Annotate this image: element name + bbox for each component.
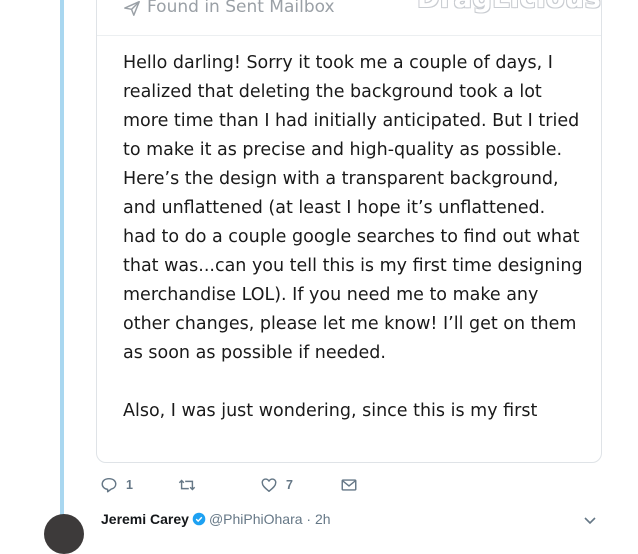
tweet-author: Jeremi Carey @PhiPhiOhara · 2h [101, 511, 331, 527]
direct-message-button[interactable] [340, 474, 358, 496]
author-name[interactable]: Jeremi Carey [101, 511, 189, 527]
email-paragraph: Also, I was just wondering, since this i… [123, 401, 538, 421]
email-paragraph: Hello darling! Sorry it took me a couple… [123, 53, 583, 363]
mailbox-label: Found in Sent Mailbox [147, 0, 335, 17]
tweet-actions: 1 7 [100, 474, 400, 496]
avatar[interactable] [44, 514, 84, 554]
reply-button[interactable]: 1 [100, 474, 133, 496]
reply-icon [101, 477, 117, 493]
header-divider [97, 35, 601, 36]
email-screenshot-card[interactable]: Found in Sent Mailbox DragLicious Hello … [96, 0, 602, 463]
heart-icon [261, 478, 277, 493]
next-tweet[interactable]: Jeremi Carey @PhiPhiOhara · 2h [44, 511, 638, 554]
like-button[interactable]: 7 [260, 474, 293, 496]
retweet-icon [178, 479, 196, 491]
author-handle-time[interactable]: @PhiPhiOhara · 2h [209, 511, 331, 527]
reply-count: 1 [126, 478, 133, 492]
mail-header: Found in Sent Mailbox DragLicious [97, 0, 601, 35]
like-count: 7 [286, 478, 293, 492]
paper-plane-icon [124, 0, 140, 16]
email-body: Hello darling! Sorry it took me a couple… [123, 49, 583, 426]
verified-badge-icon [192, 512, 206, 526]
envelope-icon [341, 479, 357, 491]
thread-connector-line [60, 0, 64, 520]
retweet-button[interactable] [178, 474, 204, 496]
brand-logo: DragLicious [417, 0, 601, 14]
chevron-down-icon[interactable] [584, 516, 596, 526]
